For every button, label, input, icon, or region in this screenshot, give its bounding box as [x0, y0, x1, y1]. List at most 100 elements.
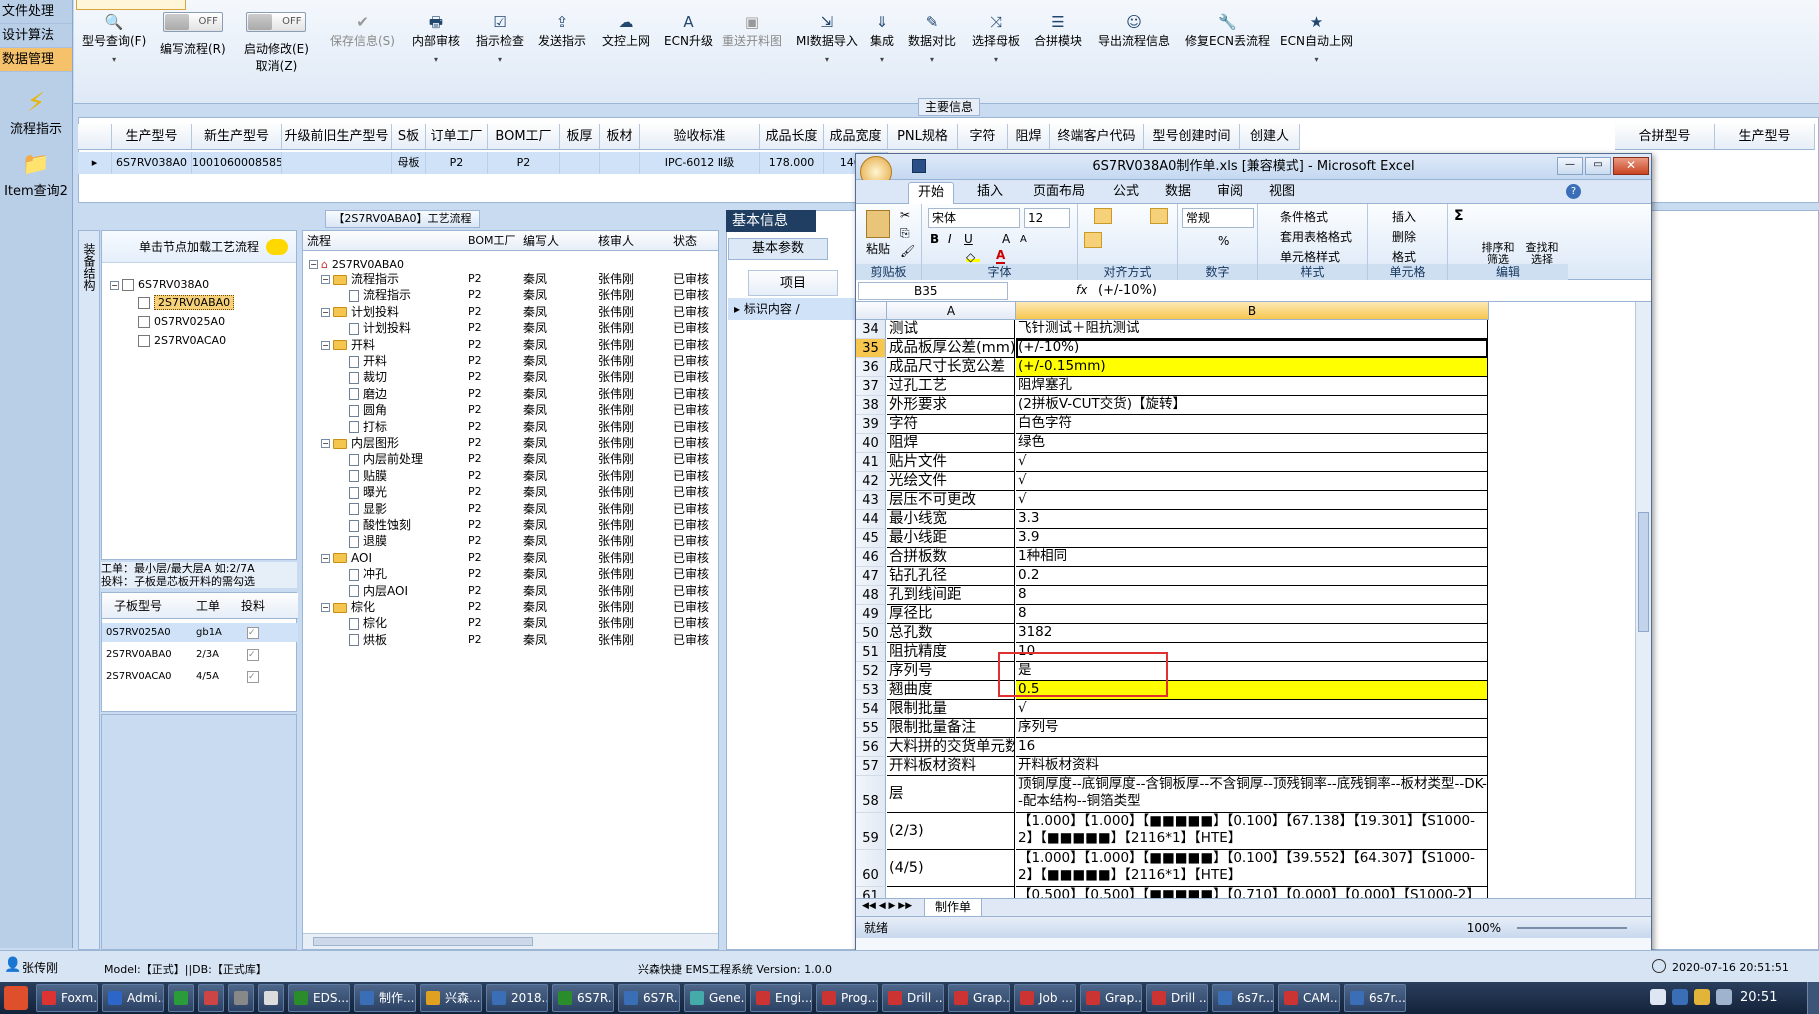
save-info-button[interactable]: ✔ 保存信息(S): [330, 12, 395, 49]
insert-cells-button[interactable]: 插入: [1392, 208, 1416, 225]
taskbar-app[interactable]: 制作...: [354, 984, 416, 1012]
wrap-text-icon[interactable]: [1150, 208, 1168, 224]
collapse-icon[interactable]: −: [321, 307, 330, 317]
grid-header[interactable]: 板厚: [560, 124, 600, 150]
sheet-nav-icon[interactable]: ◀◀ ◀ ▶ ▶▶: [862, 901, 912, 911]
grid-header[interactable]: PNL规格: [888, 124, 958, 150]
info-col-header[interactable]: 项目: [748, 270, 838, 296]
export-flow-button[interactable]: ☺ 导出流程信息: [1098, 12, 1170, 49]
taskbar-app[interactable]: [228, 984, 254, 1012]
flow-row[interactable]: 酸性蚀刻 P2 秦凤 张伟刚 已审核: [303, 517, 718, 533]
taskbar-app[interactable]: Drill ...: [1146, 984, 1208, 1012]
start-modify-toggle[interactable]: OFF 启动修改(E) 取消(Z): [244, 12, 309, 74]
grow-font-icon[interactable]: A: [1002, 232, 1010, 246]
cell-a[interactable]: 贴片文件: [887, 453, 1015, 472]
flow-row[interactable]: 打标 P2 秦凤 张伟刚 已审核: [303, 419, 718, 435]
grid-header[interactable]: 成品长度: [760, 124, 824, 150]
nav-tile-flow[interactable]: ⚡ 流程指示: [0, 82, 72, 144]
cell-a[interactable]: 开料板材资料: [887, 757, 1015, 776]
row-number[interactable]: 34: [856, 320, 886, 339]
row-number[interactable]: 59: [856, 813, 886, 850]
feed-checkbox[interactable]: ✓: [247, 627, 259, 639]
select-motherboard-button[interactable]: ⤨ 选择母板 ▾: [972, 12, 1020, 64]
paste-icon[interactable]: [866, 210, 890, 238]
cell-a[interactable]: 孔到线间距: [887, 586, 1015, 605]
delete-cells-button[interactable]: 删除: [1392, 228, 1416, 245]
row-number[interactable]: 55: [856, 719, 886, 738]
row-number[interactable]: 42: [856, 472, 886, 491]
nav-tile-query[interactable]: 📁 Item查询2: [0, 144, 72, 206]
instruction-check-button[interactable]: ☑ 指示检查 ▾: [476, 12, 524, 64]
grid-header[interactable]: 合拼型号: [1615, 124, 1715, 150]
chevron-down-icon[interactable]: ▾: [870, 55, 894, 64]
row-number[interactable]: 61: [856, 887, 886, 898]
percent-icon[interactable]: %: [1218, 234, 1229, 248]
cell-b[interactable]: 白色字符: [1016, 415, 1488, 434]
row-number[interactable]: 37: [856, 377, 886, 396]
sort-filter-button[interactable]: 排序和筛选: [1478, 242, 1518, 266]
paste-button[interactable]: 粘贴: [866, 240, 890, 257]
cell-b[interactable]: √: [1016, 453, 1488, 472]
grid-cell[interactable]: P2: [488, 152, 560, 174]
fill-color-icon[interactable]: ◇: [966, 250, 980, 264]
taskbar-app[interactable]: Admi...: [102, 984, 164, 1012]
node-checkbox[interactable]: [138, 297, 150, 309]
flow-row[interactable]: 圆角 P2 秦凤 张伟刚 已审核: [303, 402, 718, 418]
chevron-down-icon[interactable]: ▾: [412, 55, 460, 64]
model-query-button[interactable]: 🔍 型号查询(F) ▾: [82, 12, 146, 64]
tab-review[interactable]: 审阅: [1208, 182, 1252, 204]
italic-button[interactable]: I: [948, 232, 952, 246]
format-cells-button[interactable]: 格式: [1392, 248, 1416, 265]
fx-icon[interactable]: fx: [1076, 283, 1087, 297]
cell-b[interactable]: 开料板材资料: [1016, 757, 1488, 776]
cell-b[interactable]: 顶铜厚度--底铜厚度--含铜板厚--不含铜厚--顶残铜率--底残铜率--板材类型…: [1016, 776, 1488, 813]
cell-a[interactable]: 测试: [887, 320, 1015, 339]
flow-row[interactable]: 冲孔 P2 秦凤 张伟刚 已审核: [303, 566, 718, 582]
node-checkbox[interactable]: [138, 335, 150, 347]
row-indicator[interactable]: ▸: [78, 152, 112, 174]
tab-formulas[interactable]: 公式: [1104, 182, 1148, 204]
cell-a[interactable]: 钻孔孔径: [887, 567, 1015, 586]
row-number[interactable]: 57: [856, 757, 886, 776]
chevron-down-icon[interactable]: ▾: [972, 55, 1020, 64]
taskbar-app[interactable]: [258, 984, 284, 1012]
vertical-scrollbar[interactable]: [1635, 302, 1651, 898]
start-button[interactable]: [4, 986, 28, 1010]
node-checkbox[interactable]: [138, 316, 150, 328]
grid-header[interactable]: 成品宽度: [824, 124, 888, 150]
shrink-font-icon[interactable]: A: [1020, 234, 1027, 245]
collapse-icon[interactable]: −: [321, 603, 330, 612]
grid-header[interactable]: 板材: [600, 124, 640, 150]
row-number[interactable]: 40: [856, 434, 886, 453]
grid-cell[interactable]: [560, 152, 600, 174]
collapse-icon[interactable]: −: [309, 260, 318, 269]
col-header[interactable]: 子板型号: [114, 593, 162, 619]
cell-style-button[interactable]: 单元格样式: [1280, 248, 1340, 265]
flow-row[interactable]: − 流程指示 P2 秦凤 张伟刚 已审核: [303, 271, 718, 287]
flow-row[interactable]: − 开料 P2 秦凤 张伟刚 已审核: [303, 337, 718, 353]
row-number[interactable]: 46: [856, 548, 886, 567]
taskbar-app[interactable]: 6S7R...: [552, 984, 614, 1012]
flag-icon[interactable]: [1694, 989, 1710, 1005]
format-painter-icon[interactable]: 🖌: [900, 244, 915, 258]
taskbar-app[interactable]: 6s7r...: [1344, 984, 1406, 1012]
taskbar-app[interactable]: 兴森...: [420, 984, 482, 1012]
row-number[interactable]: 45: [856, 529, 886, 548]
flow-row[interactable]: − AOI P2 秦凤 张伟刚 已审核: [303, 550, 718, 566]
tree-node[interactable]: 2S7RV0ACA0: [138, 333, 226, 349]
grid-cell[interactable]: 6S7RV038A0: [112, 152, 192, 174]
close-button[interactable]: ✕: [1613, 157, 1649, 175]
tree-node[interactable]: 0S7RV025A0: [138, 314, 225, 330]
mi-import-button[interactable]: ⇲ MI数据导入 ▾: [796, 12, 858, 64]
cell-a[interactable]: 成品尺寸长宽公差: [887, 358, 1015, 377]
help-icon[interactable]: ?: [1566, 184, 1581, 199]
col-header[interactable]: 状态: [673, 231, 697, 251]
cell-b[interactable]: 3182: [1016, 624, 1488, 643]
active-tab[interactable]: [76, 0, 186, 10]
flow-row[interactable]: 内层AOI P2 秦凤 张伟刚 已审核: [303, 583, 718, 599]
flow-row[interactable]: 内层前处理 P2 秦凤 张伟刚 已审核: [303, 451, 718, 467]
cell-a[interactable]: 光绘文件: [887, 472, 1015, 491]
row-number[interactable]: 43: [856, 491, 886, 510]
flow-row[interactable]: 开料 P2 秦凤 张伟刚 已审核: [303, 353, 718, 369]
flow-row[interactable]: 贴膜 P2 秦凤 张伟刚 已审核: [303, 468, 718, 484]
